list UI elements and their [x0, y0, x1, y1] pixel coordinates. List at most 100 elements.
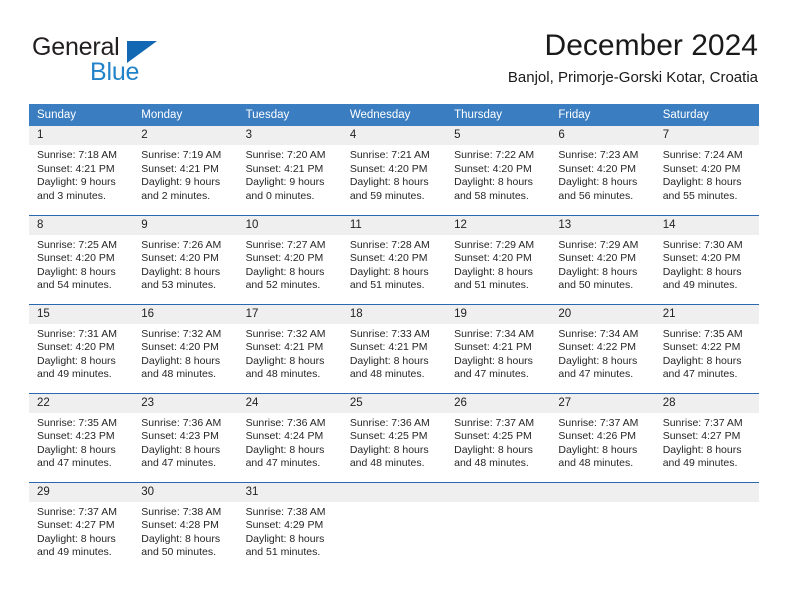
page-subtitle: Banjol, Primorje-Gorski Kotar, Croatia: [507, 69, 758, 86]
day-cell[interactable]: 15 Sunrise: 7:31 AM Sunset: 4:20 PM Dayl…: [29, 303, 134, 393]
day-number: [654, 482, 759, 502]
day-cell[interactable]: 10 Sunrise: 7:27 AM Sunset: 4:20 PM Dayl…: [237, 214, 342, 304]
day-number: 1: [29, 126, 134, 145]
daylight-text-line1: Daylight: 8 hours: [245, 265, 325, 278]
day-cell-empty: [341, 481, 447, 571]
daylight-text-line1: Daylight: 8 hours: [558, 443, 638, 456]
sunrise-text: Sunrise: 7:36 AM: [141, 416, 222, 429]
sunrise-text: Sunrise: 7:20 AM: [245, 149, 326, 161]
day-number: 3: [237, 126, 342, 145]
day-cell[interactable]: 2 Sunrise: 7:19 AM Sunset: 4:21 PM Dayli…: [133, 126, 238, 215]
day-cell[interactable]: 26 Sunrise: 7:37 AM Sunset: 4:25 PM Dayl…: [446, 392, 551, 482]
daylight-text-line1: Daylight: 8 hours: [245, 532, 325, 545]
sunrise-text: Sunrise: 7:37 AM: [37, 505, 117, 518]
day-number: 25: [341, 393, 447, 413]
day-cell[interactable]: 9 Sunrise: 7:26 AM Sunset: 4:20 PM Dayli…: [133, 214, 238, 304]
sunset-text: Sunset: 4:22 PM: [558, 341, 637, 354]
sunrise-text: Sunrise: 7:24 AM: [662, 149, 743, 161]
sunset-text: Sunset: 4:25 PM: [349, 430, 428, 443]
day-cell[interactable]: 24 Sunrise: 7:36 AM Sunset: 4:24 PM Dayl…: [237, 392, 342, 482]
day-info: Sunrise: 7:22 AM Sunset: 4:20 PM Dayligh…: [446, 145, 550, 203]
day-cell[interactable]: 28 Sunrise: 7:37 AM Sunset: 4:27 PM Dayl…: [654, 392, 759, 482]
sunset-text: Sunset: 4:27 PM: [662, 430, 741, 443]
day-number: 27: [550, 393, 655, 413]
sunset-text: Sunset: 4:26 PM: [558, 430, 637, 443]
weekday-header-thursday: Thursday: [446, 104, 551, 126]
day-number: [446, 482, 551, 502]
day-cell[interactable]: 31 Sunrise: 7:38 AM Sunset: 4:29 PM Dayl…: [237, 481, 342, 571]
daylight-text-line1: Daylight: 8 hours: [141, 354, 221, 367]
sunset-text: Sunset: 4:20 PM: [141, 252, 219, 265]
day-cell[interactable]: 22 Sunrise: 7:35 AM Sunset: 4:23 PM Dayl…: [29, 392, 134, 482]
sunrise-text: Sunrise: 7:37 AM: [558, 416, 639, 429]
day-info: Sunrise: 7:34 AM Sunset: 4:22 PM Dayligh…: [550, 324, 654, 382]
daylight-text-line2: and 47 minutes.: [558, 368, 634, 381]
day-cell[interactable]: 21 Sunrise: 7:35 AM Sunset: 4:22 PM Dayl…: [654, 303, 759, 393]
day-cell[interactable]: 27 Sunrise: 7:37 AM Sunset: 4:26 PM Dayl…: [550, 392, 655, 482]
day-info: Sunrise: 7:37 AM Sunset: 4:27 PM Dayligh…: [655, 413, 759, 471]
sunset-text: Sunset: 4:25 PM: [454, 430, 532, 443]
day-cell[interactable]: 16 Sunrise: 7:32 AM Sunset: 4:20 PM Dayl…: [133, 303, 238, 393]
sunrise-text: Sunrise: 7:19 AM: [141, 149, 222, 161]
day-info: Sunrise: 7:33 AM Sunset: 4:21 PM Dayligh…: [342, 324, 446, 382]
day-number: 23: [133, 393, 238, 413]
day-info: Sunrise: 7:29 AM Sunset: 4:20 PM Dayligh…: [446, 235, 550, 293]
daylight-text-line1: Daylight: 8 hours: [558, 265, 638, 278]
day-cell[interactable]: 5 Sunrise: 7:22 AM Sunset: 4:20 PM Dayli…: [446, 126, 551, 215]
day-cell[interactable]: 20 Sunrise: 7:34 AM Sunset: 4:22 PM Dayl…: [550, 303, 655, 393]
day-cell[interactable]: 17 Sunrise: 7:32 AM Sunset: 4:21 PM Dayl…: [237, 303, 342, 393]
daylight-text-line2: and 59 minutes.: [349, 189, 425, 202]
day-cell[interactable]: 19 Sunrise: 7:34 AM Sunset: 4:21 PM Dayl…: [446, 303, 551, 393]
daylight-text-line1: Daylight: 8 hours: [349, 354, 429, 367]
day-cell[interactable]: 1 Sunrise: 7:18 AM Sunset: 4:21 PM Dayli…: [29, 126, 134, 215]
daylight-text-line2: and 47 minutes.: [454, 368, 529, 381]
day-info: [550, 502, 654, 506]
weekday-header-wednesday: Wednesday: [341, 104, 447, 126]
daylight-text-line2: and 50 minutes.: [558, 279, 634, 292]
day-cell[interactable]: 8 Sunrise: 7:25 AM Sunset: 4:20 PM Dayli…: [29, 214, 134, 304]
weekday-header-sunday: Sunday: [29, 104, 134, 126]
day-number: 7: [654, 126, 759, 145]
general-blue-logo[interactable]: General Blue: [32, 33, 232, 89]
day-number: 4: [341, 126, 447, 145]
day-number: 18: [341, 304, 447, 324]
day-cell[interactable]: 6 Sunrise: 7:23 AM Sunset: 4:20 PM Dayli…: [550, 126, 655, 215]
day-cell[interactable]: 14 Sunrise: 7:30 AM Sunset: 4:20 PM Dayl…: [654, 214, 759, 304]
day-cell[interactable]: 30 Sunrise: 7:38 AM Sunset: 4:28 PM Dayl…: [133, 481, 238, 571]
day-info: Sunrise: 7:37 AM Sunset: 4:25 PM Dayligh…: [446, 413, 550, 471]
day-cell[interactable]: 13 Sunrise: 7:29 AM Sunset: 4:20 PM Dayl…: [550, 214, 655, 304]
day-info: Sunrise: 7:18 AM Sunset: 4:21 PM Dayligh…: [29, 145, 133, 203]
day-cell[interactable]: 12 Sunrise: 7:29 AM Sunset: 4:20 PM Dayl…: [446, 214, 551, 304]
daylight-text-line1: Daylight: 8 hours: [37, 443, 116, 456]
day-cell[interactable]: 29 Sunrise: 7:37 AM Sunset: 4:27 PM Dayl…: [29, 481, 134, 571]
day-info: Sunrise: 7:35 AM Sunset: 4:23 PM Dayligh…: [29, 413, 133, 471]
day-cell[interactable]: 11 Sunrise: 7:28 AM Sunset: 4:20 PM Dayl…: [341, 214, 447, 304]
day-info: Sunrise: 7:36 AM Sunset: 4:24 PM Dayligh…: [238, 413, 342, 471]
daylight-text-line1: Daylight: 8 hours: [454, 176, 533, 189]
calendar-week-row: 22 Sunrise: 7:35 AM Sunset: 4:23 PM Dayl…: [29, 392, 759, 482]
day-cell-empty: [446, 481, 551, 571]
sunrise-text: Sunrise: 7:36 AM: [245, 416, 326, 429]
day-info: Sunrise: 7:28 AM Sunset: 4:20 PM Dayligh…: [342, 235, 446, 293]
day-info: Sunrise: 7:21 AM Sunset: 4:20 PM Dayligh…: [342, 145, 446, 203]
sunset-text: Sunset: 4:21 PM: [349, 341, 428, 354]
sunset-text: Sunset: 4:20 PM: [662, 162, 741, 175]
sunset-text: Sunset: 4:20 PM: [349, 162, 428, 175]
day-cell[interactable]: 23 Sunrise: 7:36 AM Sunset: 4:23 PM Dayl…: [133, 392, 238, 482]
sunset-text: Sunset: 4:21 PM: [245, 162, 324, 175]
sunrise-text: Sunrise: 7:37 AM: [454, 416, 535, 429]
day-cell[interactable]: 25 Sunrise: 7:36 AM Sunset: 4:25 PM Dayl…: [341, 392, 447, 482]
day-cell[interactable]: 4 Sunrise: 7:21 AM Sunset: 4:20 PM Dayli…: [341, 126, 447, 215]
day-info: Sunrise: 7:36 AM Sunset: 4:23 PM Dayligh…: [133, 413, 237, 471]
day-cell[interactable]: 3 Sunrise: 7:20 AM Sunset: 4:21 PM Dayli…: [237, 126, 342, 215]
day-number: 13: [550, 215, 655, 235]
day-number: [341, 482, 447, 502]
weekday-header-monday: Monday: [133, 104, 238, 126]
day-number: 10: [237, 215, 342, 235]
day-number: 2: [133, 126, 238, 145]
day-cell[interactable]: 18 Sunrise: 7:33 AM Sunset: 4:21 PM Dayl…: [341, 303, 447, 393]
day-number: 19: [446, 304, 551, 324]
day-cell[interactable]: 7 Sunrise: 7:24 AM Sunset: 4:20 PM Dayli…: [654, 126, 759, 215]
daylight-text-line2: and 58 minutes.: [454, 189, 529, 202]
calendar-page: General Blue December 2024 Banjol, Primo…: [0, 0, 792, 612]
